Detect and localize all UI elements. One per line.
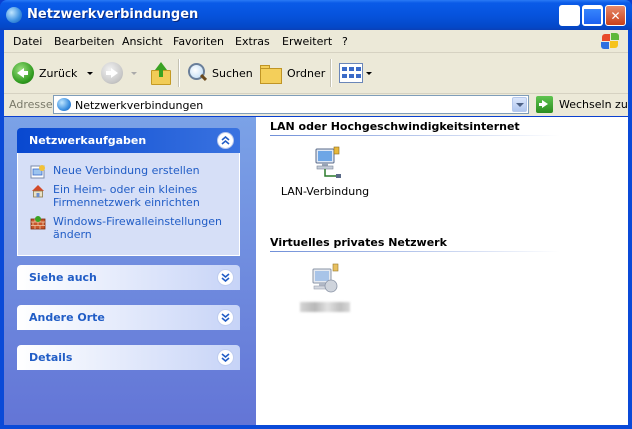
- menu-bar: Datei Bearbeiten Ansicht Favoriten Extra…: [4, 30, 628, 53]
- connection-item-vpn[interactable]: [280, 262, 370, 315]
- vpn-connection-icon: [307, 262, 343, 298]
- details-panel: Details: [17, 345, 240, 370]
- explorer-window: Netzwerkverbindungen ✕ Datei Bearbeiten …: [0, 0, 632, 429]
- toolbar: Zurück Suchen Ordner: [4, 53, 628, 94]
- views-button[interactable]: [339, 61, 372, 85]
- views-dropdown-icon: [366, 71, 372, 75]
- forward-dropdown-icon[interactable]: [131, 71, 137, 75]
- see-also-panel: Siehe auch: [17, 265, 240, 290]
- connection-label-redacted: [280, 302, 370, 315]
- search-button[interactable]: Suchen: [186, 61, 253, 85]
- collapse-chevron-icon[interactable]: [217, 132, 234, 149]
- menu-help[interactable]: ?: [342, 35, 348, 48]
- menu-file[interactable]: Datei: [13, 35, 42, 48]
- menu-advanced[interactable]: Erweitert: [282, 35, 332, 48]
- network-globe-icon: [57, 98, 71, 111]
- up-folder-button[interactable]: [150, 61, 171, 85]
- address-input[interactable]: Netzwerkverbindungen: [53, 95, 529, 114]
- menu-tools[interactable]: Extras: [235, 35, 270, 48]
- firewall-icon: [30, 216, 46, 230]
- new-connection-icon: [30, 165, 45, 179]
- address-label: Adresse: [9, 98, 53, 111]
- toolbar-separator: [330, 59, 332, 87]
- title-bar[interactable]: Netzwerkverbindungen ✕: [0, 0, 632, 30]
- network-tasks-header[interactable]: Netzwerkaufgaben: [17, 128, 240, 153]
- back-label: Zurück: [39, 66, 78, 80]
- menu-edit[interactable]: Bearbeiten: [54, 35, 114, 48]
- task-label: Ein Heim- oder ein kleines Firmennetzwer…: [53, 183, 200, 209]
- see-also-header[interactable]: Siehe auch: [17, 265, 240, 290]
- other-places-title: Andere Orte: [29, 311, 105, 324]
- close-button[interactable]: ✕: [605, 5, 626, 26]
- other-places-header[interactable]: Andere Orte: [17, 305, 240, 330]
- redacted-text: [300, 302, 350, 312]
- group-heading-lan: LAN oder Hochgeschwindigkeitsinternet: [270, 120, 520, 133]
- address-dropdown-icon[interactable]: [512, 97, 527, 112]
- network-tasks-panel: Netzwerkaufgaben Neue Verbindung erstell…: [17, 128, 240, 256]
- other-places-panel: Andere Orte: [17, 305, 240, 330]
- window-border-bottom: [0, 425, 632, 429]
- menu-favorites[interactable]: Favoriten: [173, 35, 224, 48]
- window-title: Netzwerkverbindungen: [27, 7, 199, 22]
- search-icon: [186, 62, 208, 84]
- address-bar: Adresse Netzwerkverbindungen Wechseln zu: [4, 94, 628, 116]
- group-heading-vpn: Virtuelles privates Netzwerk: [270, 236, 447, 249]
- window-border-right: [628, 30, 632, 429]
- home-network-icon: [32, 185, 44, 198]
- close-icon: ✕: [610, 8, 621, 23]
- menu-view[interactable]: Ansicht: [122, 35, 163, 48]
- folders-label: Ordner: [287, 66, 326, 80]
- expand-chevron-icon[interactable]: [217, 269, 234, 286]
- search-label: Suchen: [212, 66, 253, 80]
- task-firewall-settings[interactable]: Windows-Firewalleinstellungen ändern: [30, 215, 231, 241]
- connection-item-lan[interactable]: LAN-Verbindung: [280, 145, 370, 198]
- minimize-icon: [560, 6, 579, 25]
- expand-chevron-icon[interactable]: [217, 309, 234, 326]
- details-header[interactable]: Details: [17, 345, 240, 370]
- task-new-connection[interactable]: Neue Verbindung erstellen: [30, 164, 231, 179]
- address-value: Netzwerkverbindungen: [75, 99, 204, 112]
- folder-icon: [259, 63, 282, 84]
- network-globe-icon: [6, 7, 22, 23]
- minimize-button[interactable]: [559, 5, 580, 26]
- task-home-network[interactable]: Ein Heim- oder ein kleines Firmennetzwer…: [30, 183, 231, 209]
- network-tasks-body: Neue Verbindung erstellen Ein Heim- oder…: [17, 153, 240, 256]
- content-pane: LAN oder Hochgeschwindigkeitsinternet LA…: [256, 117, 628, 425]
- maximize-button[interactable]: [582, 5, 603, 26]
- go-button[interactable]: Wechseln zu: [559, 98, 628, 111]
- connection-label: LAN-Verbindung: [280, 185, 370, 198]
- forward-arrow-icon: [101, 62, 123, 84]
- toolbar-separator: [178, 59, 180, 87]
- group-divider: [270, 251, 560, 252]
- back-dropdown-icon[interactable]: [87, 71, 94, 75]
- see-also-title: Siehe auch: [29, 271, 97, 284]
- lan-connection-icon: [307, 145, 343, 181]
- up-folder-icon: [150, 62, 171, 85]
- details-title: Details: [29, 351, 73, 364]
- windows-logo-icon: [594, 31, 624, 51]
- back-button[interactable]: Zurück: [12, 61, 94, 85]
- expand-chevron-icon[interactable]: [217, 349, 234, 366]
- task-label: Neue Verbindung erstellen: [53, 164, 200, 177]
- folders-button[interactable]: Ordner: [259, 61, 325, 85]
- forward-button[interactable]: [101, 61, 137, 85]
- views-icon: [339, 63, 363, 83]
- task-label: Windows-Firewalleinstellungen ändern: [53, 215, 222, 241]
- task-pane: Netzwerkaufgaben Neue Verbindung erstell…: [4, 117, 256, 425]
- group-divider: [270, 135, 560, 136]
- back-arrow-icon: [12, 62, 34, 84]
- go-arrow-icon[interactable]: [536, 96, 553, 113]
- maximize-icon: [583, 6, 602, 25]
- network-tasks-title: Netzwerkaufgaben: [29, 134, 147, 147]
